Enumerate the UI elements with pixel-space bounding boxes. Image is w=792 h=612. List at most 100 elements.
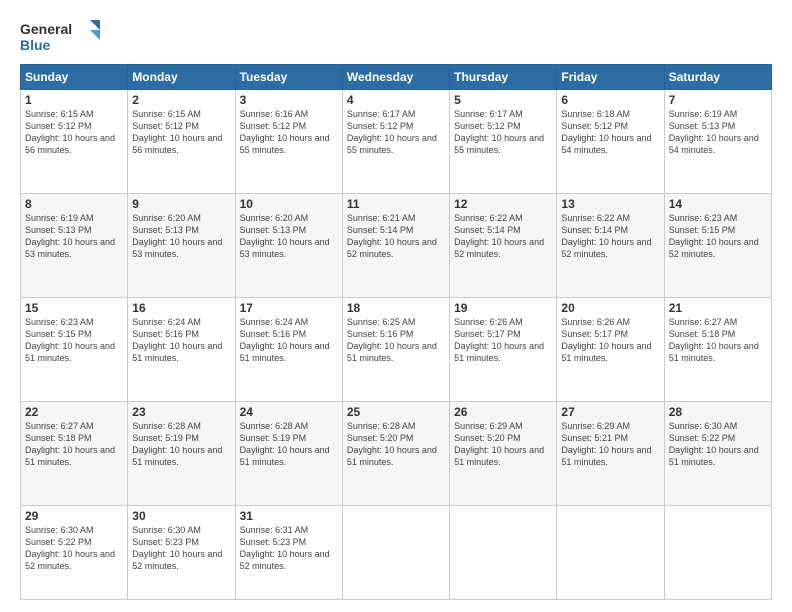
day-info: Sunrise: 6:25 AMSunset: 5:16 PMDaylight:… [347,317,437,363]
calendar-cell: 27 Sunrise: 6:29 AMSunset: 5:21 PMDaylig… [557,401,664,505]
calendar-cell [450,505,557,599]
day-number: 7 [669,93,767,107]
day-info: Sunrise: 6:23 AMSunset: 5:15 PMDaylight:… [669,213,759,259]
day-info: Sunrise: 6:30 AMSunset: 5:22 PMDaylight:… [25,525,115,571]
svg-text:General: General [20,21,72,37]
week-row-1: 1 Sunrise: 6:15 AMSunset: 5:12 PMDayligh… [21,90,772,194]
day-info: Sunrise: 6:18 AMSunset: 5:12 PMDaylight:… [561,109,651,155]
day-number: 28 [669,405,767,419]
day-info: Sunrise: 6:15 AMSunset: 5:12 PMDaylight:… [132,109,222,155]
calendar-cell: 24 Sunrise: 6:28 AMSunset: 5:19 PMDaylig… [235,401,342,505]
calendar-cell: 20 Sunrise: 6:26 AMSunset: 5:17 PMDaylig… [557,297,664,401]
day-info: Sunrise: 6:24 AMSunset: 5:16 PMDaylight:… [132,317,222,363]
calendar-cell: 23 Sunrise: 6:28 AMSunset: 5:19 PMDaylig… [128,401,235,505]
day-info: Sunrise: 6:24 AMSunset: 5:16 PMDaylight:… [240,317,330,363]
day-number: 5 [454,93,552,107]
week-row-4: 22 Sunrise: 6:27 AMSunset: 5:18 PMDaylig… [21,401,772,505]
day-number: 30 [132,509,230,523]
day-info: Sunrise: 6:21 AMSunset: 5:14 PMDaylight:… [347,213,437,259]
calendar-cell: 21 Sunrise: 6:27 AMSunset: 5:18 PMDaylig… [664,297,771,401]
header-sunday: Sunday [21,65,128,90]
day-info: Sunrise: 6:31 AMSunset: 5:23 PMDaylight:… [240,525,330,571]
page: General Blue SundayMondayTuesdayWednesda… [0,0,792,612]
calendar-cell: 25 Sunrise: 6:28 AMSunset: 5:20 PMDaylig… [342,401,449,505]
week-row-5: 29 Sunrise: 6:30 AMSunset: 5:22 PMDaylig… [21,505,772,599]
day-info: Sunrise: 6:27 AMSunset: 5:18 PMDaylight:… [669,317,759,363]
day-info: Sunrise: 6:20 AMSunset: 5:13 PMDaylight:… [240,213,330,259]
day-number: 2 [132,93,230,107]
day-number: 22 [25,405,123,419]
day-number: 4 [347,93,445,107]
day-number: 21 [669,301,767,315]
calendar-cell: 9 Sunrise: 6:20 AMSunset: 5:13 PMDayligh… [128,193,235,297]
calendar-cell [342,505,449,599]
day-info: Sunrise: 6:28 AMSunset: 5:19 PMDaylight:… [132,421,222,467]
calendar-cell: 4 Sunrise: 6:17 AMSunset: 5:12 PMDayligh… [342,90,449,194]
calendar-cell: 10 Sunrise: 6:20 AMSunset: 5:13 PMDaylig… [235,193,342,297]
day-info: Sunrise: 6:29 AMSunset: 5:20 PMDaylight:… [454,421,544,467]
day-info: Sunrise: 6:16 AMSunset: 5:12 PMDaylight:… [240,109,330,155]
calendar-cell: 6 Sunrise: 6:18 AMSunset: 5:12 PMDayligh… [557,90,664,194]
calendar-cell: 16 Sunrise: 6:24 AMSunset: 5:16 PMDaylig… [128,297,235,401]
header-thursday: Thursday [450,65,557,90]
day-info: Sunrise: 6:20 AMSunset: 5:13 PMDaylight:… [132,213,222,259]
week-row-3: 15 Sunrise: 6:23 AMSunset: 5:15 PMDaylig… [21,297,772,401]
calendar-cell [664,505,771,599]
calendar-cell: 3 Sunrise: 6:16 AMSunset: 5:12 PMDayligh… [235,90,342,194]
week-row-2: 8 Sunrise: 6:19 AMSunset: 5:13 PMDayligh… [21,193,772,297]
svg-text:Blue: Blue [20,37,51,53]
day-info: Sunrise: 6:30 AMSunset: 5:23 PMDaylight:… [132,525,222,571]
day-number: 27 [561,405,659,419]
day-info: Sunrise: 6:17 AMSunset: 5:12 PMDaylight:… [454,109,544,155]
day-number: 3 [240,93,338,107]
day-number: 20 [561,301,659,315]
day-number: 25 [347,405,445,419]
calendar-cell: 12 Sunrise: 6:22 AMSunset: 5:14 PMDaylig… [450,193,557,297]
day-info: Sunrise: 6:30 AMSunset: 5:22 PMDaylight:… [669,421,759,467]
calendar-cell: 11 Sunrise: 6:21 AMSunset: 5:14 PMDaylig… [342,193,449,297]
day-number: 11 [347,197,445,211]
day-number: 26 [454,405,552,419]
calendar-cell: 18 Sunrise: 6:25 AMSunset: 5:16 PMDaylig… [342,297,449,401]
day-number: 14 [669,197,767,211]
calendar-cell: 14 Sunrise: 6:23 AMSunset: 5:15 PMDaylig… [664,193,771,297]
calendar-cell: 8 Sunrise: 6:19 AMSunset: 5:13 PMDayligh… [21,193,128,297]
day-number: 23 [132,405,230,419]
day-info: Sunrise: 6:19 AMSunset: 5:13 PMDaylight:… [669,109,759,155]
calendar-cell: 17 Sunrise: 6:24 AMSunset: 5:16 PMDaylig… [235,297,342,401]
calendar-cell: 13 Sunrise: 6:22 AMSunset: 5:14 PMDaylig… [557,193,664,297]
calendar-cell [557,505,664,599]
calendar-cell: 15 Sunrise: 6:23 AMSunset: 5:15 PMDaylig… [21,297,128,401]
day-number: 31 [240,509,338,523]
header-saturday: Saturday [664,65,771,90]
day-info: Sunrise: 6:28 AMSunset: 5:19 PMDaylight:… [240,421,330,467]
day-number: 8 [25,197,123,211]
day-number: 16 [132,301,230,315]
day-info: Sunrise: 6:23 AMSunset: 5:15 PMDaylight:… [25,317,115,363]
day-info: Sunrise: 6:17 AMSunset: 5:12 PMDaylight:… [347,109,437,155]
day-info: Sunrise: 6:27 AMSunset: 5:18 PMDaylight:… [25,421,115,467]
calendar-cell: 29 Sunrise: 6:30 AMSunset: 5:22 PMDaylig… [21,505,128,599]
header: General Blue [20,16,772,56]
calendar-cell: 30 Sunrise: 6:30 AMSunset: 5:23 PMDaylig… [128,505,235,599]
calendar-cell: 1 Sunrise: 6:15 AMSunset: 5:12 PMDayligh… [21,90,128,194]
day-info: Sunrise: 6:26 AMSunset: 5:17 PMDaylight:… [561,317,651,363]
day-info: Sunrise: 6:22 AMSunset: 5:14 PMDaylight:… [561,213,651,259]
day-info: Sunrise: 6:26 AMSunset: 5:17 PMDaylight:… [454,317,544,363]
calendar-table: SundayMondayTuesdayWednesdayThursdayFrid… [20,64,772,600]
header-friday: Friday [557,65,664,90]
day-number: 29 [25,509,123,523]
day-info: Sunrise: 6:28 AMSunset: 5:20 PMDaylight:… [347,421,437,467]
day-number: 15 [25,301,123,315]
day-number: 12 [454,197,552,211]
calendar-cell: 31 Sunrise: 6:31 AMSunset: 5:23 PMDaylig… [235,505,342,599]
calendar-cell: 26 Sunrise: 6:29 AMSunset: 5:20 PMDaylig… [450,401,557,505]
logo-svg: General Blue [20,16,100,56]
logo: General Blue [20,16,100,56]
day-info: Sunrise: 6:29 AMSunset: 5:21 PMDaylight:… [561,421,651,467]
day-info: Sunrise: 6:22 AMSunset: 5:14 PMDaylight:… [454,213,544,259]
calendar-cell: 7 Sunrise: 6:19 AMSunset: 5:13 PMDayligh… [664,90,771,194]
calendar-cell: 2 Sunrise: 6:15 AMSunset: 5:12 PMDayligh… [128,90,235,194]
header-tuesday: Tuesday [235,65,342,90]
day-number: 18 [347,301,445,315]
